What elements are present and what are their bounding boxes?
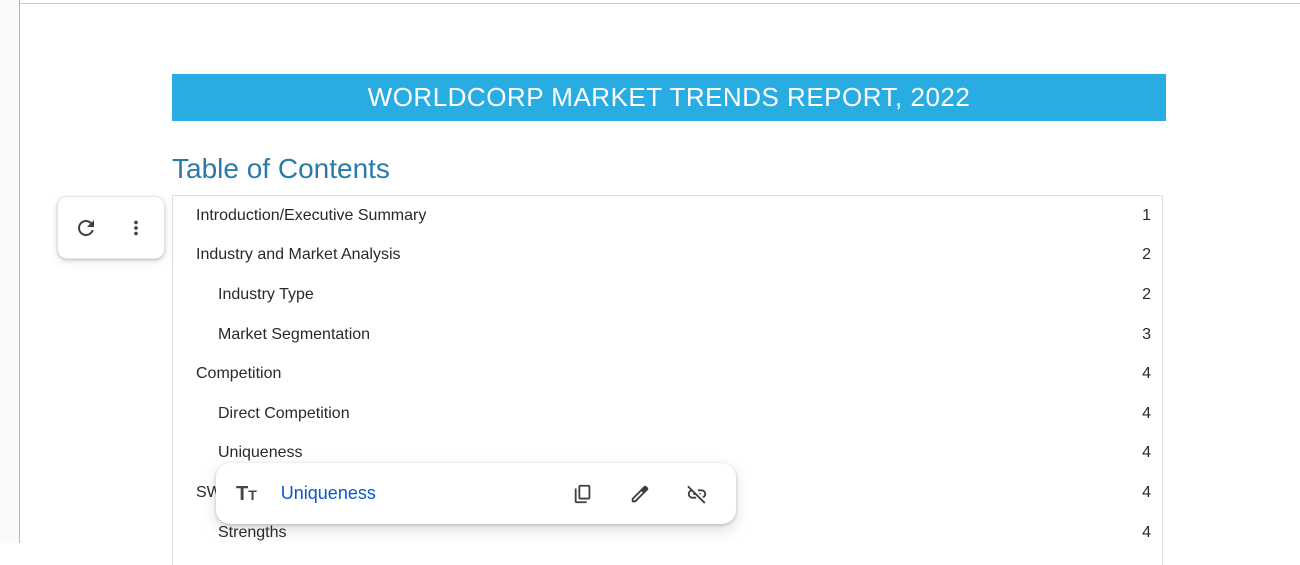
- report-title-text: WORLDCORP MARKET TRENDS REPORT, 2022: [368, 82, 971, 113]
- toc-entry-row[interactable]: Industry Type 2: [173, 275, 1162, 315]
- toc-entry-page-number: 4: [1142, 484, 1151, 502]
- remove-link-button[interactable]: [682, 479, 712, 509]
- toc-entry-page-number: 4: [1142, 365, 1151, 383]
- toc-entry-page-number: 4: [1142, 444, 1151, 462]
- edit-link-button[interactable]: [625, 479, 655, 509]
- toc-entry-label[interactable]: Strengths: [218, 524, 286, 542]
- kebab-menu-icon: [125, 217, 147, 239]
- toc-entry-label[interactable]: Market Segmentation: [218, 326, 370, 344]
- toc-entry-page-number: 4: [1142, 405, 1151, 423]
- toc-entry-page-number: 2: [1142, 286, 1151, 304]
- refresh-icon: [74, 216, 98, 240]
- link-target-text[interactable]: Uniqueness: [281, 483, 376, 504]
- toc-entry-label[interactable]: Industry and Market Analysis: [196, 246, 401, 264]
- pencil-icon: [629, 483, 651, 505]
- toc-entry-label[interactable]: Industry Type: [218, 286, 314, 304]
- toc-entry-page-number: 1: [1142, 207, 1151, 225]
- toc-update-toolbar: [57, 196, 165, 259]
- copy-icon: [572, 483, 594, 505]
- page-top-edge: [20, 3, 1300, 4]
- toc-entry-row[interactable]: Introduction/Executive Summary 1: [173, 196, 1162, 236]
- toc-entry-row[interactable]: Industry and Market Analysis 2: [173, 236, 1162, 276]
- refresh-toc-button[interactable]: [71, 213, 101, 243]
- toc-entry-page-number: 2: [1142, 246, 1151, 264]
- copy-link-button[interactable]: [568, 479, 598, 509]
- link-hover-card: TT Uniqueness: [216, 463, 736, 524]
- toc-entry-label[interactable]: Competition: [196, 365, 281, 383]
- toc-more-options-button[interactable]: [121, 213, 151, 243]
- toc-entry-row[interactable]: Competition 4: [173, 354, 1162, 394]
- toc-entry-row[interactable]: Direct Competition 4: [173, 394, 1162, 434]
- toc-entry-page-number: 3: [1142, 326, 1151, 344]
- toc-heading: Table of Contents: [172, 153, 390, 185]
- toc-entry-label[interactable]: Introduction/Executive Summary: [196, 207, 426, 225]
- link-card-actions: [568, 479, 712, 509]
- page-left-margin-edge: [0, 0, 20, 543]
- toc-entry-row[interactable]: Market Segmentation 3: [173, 315, 1162, 355]
- toc-entry-label[interactable]: Uniqueness: [218, 444, 303, 462]
- heading-text-icon: TT: [236, 484, 257, 504]
- toc-entry-page-number: 4: [1142, 524, 1151, 542]
- unlink-icon: [686, 483, 708, 505]
- report-title-banner: WORLDCORP MARKET TRENDS REPORT, 2022: [172, 74, 1166, 121]
- toc-entry-label[interactable]: Direct Competition: [218, 405, 350, 423]
